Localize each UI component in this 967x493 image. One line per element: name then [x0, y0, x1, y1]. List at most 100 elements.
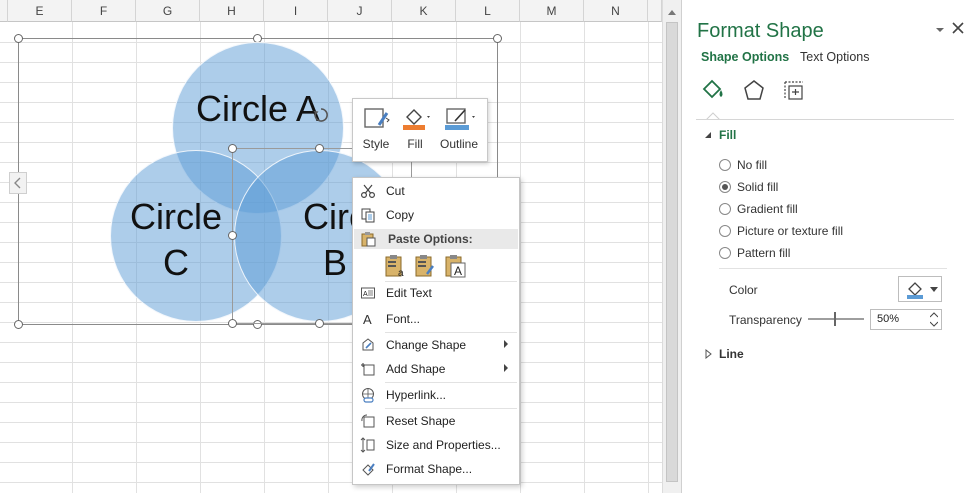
paste-options-header: Paste Options:: [354, 229, 518, 249]
worksheet-grid[interactable]: E F G H I J K L M N Circle A Circle C Ci…: [0, 0, 662, 493]
resize-handle[interactable]: [493, 34, 502, 43]
option-label-gradient-fill: Gradient fill: [737, 202, 798, 216]
grid-line: [0, 342, 662, 343]
menu-label-cut: Cut: [386, 184, 405, 198]
size-properties-category-icon[interactable]: [782, 78, 806, 102]
radio-button[interactable]: [719, 203, 731, 215]
circle-c-label: Circle C: [129, 196, 222, 283]
menu-label-add-shape: Add Shape: [386, 362, 446, 376]
copy-icon: [361, 208, 375, 223]
tab-text-options[interactable]: Text Options: [800, 50, 869, 64]
paste-use-destination-theme-icon[interactable]: a: [384, 254, 406, 278]
fill-button[interactable]: Fill: [397, 105, 433, 157]
grid-line: [0, 462, 662, 463]
menu-item-cut[interactable]: Cut: [354, 179, 518, 203]
column-header-h[interactable]: H: [200, 0, 264, 22]
radio-button[interactable]: [719, 159, 731, 171]
grid-line: [0, 382, 662, 383]
clipboard-icon: [361, 232, 376, 247]
column-header-f[interactable]: F: [72, 0, 136, 22]
grid-line: [0, 422, 662, 423]
menu-item-reset-shape[interactable]: Reset Shape: [354, 409, 518, 433]
column-header-partial: [0, 0, 8, 22]
grid-line: [0, 402, 662, 403]
style-button[interactable]: Style: [357, 105, 395, 157]
effects-category-icon[interactable]: [742, 78, 766, 102]
resize-handle[interactable]: [228, 319, 237, 328]
menu-label-change-shape: Change Shape: [386, 338, 467, 352]
collapse-triangle-icon[interactable]: [704, 131, 712, 139]
mini-toolbar: Style Fill Outline: [352, 98, 488, 162]
column-header-k[interactable]: K: [392, 0, 456, 22]
radio-button[interactable]: [719, 247, 731, 259]
add-shape-icon: [361, 363, 375, 376]
outline-label: Outline: [439, 137, 479, 151]
vertical-scrollbar[interactable]: [662, 0, 681, 493]
radio-button-selected[interactable]: [719, 181, 731, 193]
column-header-m[interactable]: M: [520, 0, 584, 22]
menu-item-change-shape[interactable]: Change Shape: [354, 333, 518, 357]
paste-keep-text-only-icon[interactable]: A: [444, 254, 466, 278]
tab-shape-options[interactable]: Shape Options: [701, 50, 789, 64]
transparency-spinbox[interactable]: 50%: [870, 309, 942, 330]
resize-handle[interactable]: [315, 144, 324, 153]
resize-handle[interactable]: [228, 231, 237, 240]
transparency-value[interactable]: 50%: [877, 313, 899, 325]
pane-title: Format Shape: [697, 20, 824, 42]
scissors-icon: [360, 184, 376, 199]
column-header-i[interactable]: I: [264, 0, 328, 22]
paste-options-label: Paste Options:: [388, 232, 473, 246]
font-icon: A: [363, 312, 372, 327]
menu-item-format-shape[interactable]: Format Shape...: [354, 457, 518, 481]
column-header-n[interactable]: N: [584, 0, 648, 22]
shape-style-icon: [364, 108, 390, 128]
grid-line: [0, 482, 662, 483]
resize-handle[interactable]: [14, 34, 23, 43]
menu-item-copy[interactable]: Copy: [354, 203, 518, 227]
size-properties-icon: [360, 437, 375, 453]
svg-text:a: a: [398, 268, 404, 278]
resize-handle[interactable]: [315, 319, 324, 328]
resize-handle[interactable]: [14, 320, 23, 329]
grid-line: [0, 442, 662, 443]
pane-options-dropdown-icon[interactable]: [935, 26, 945, 34]
transparency-slider-thumb[interactable]: [834, 312, 836, 326]
column-header-j[interactable]: J: [328, 0, 392, 22]
menu-item-size-properties[interactable]: Size and Properties...: [354, 433, 518, 457]
column-header-e[interactable]: E: [8, 0, 72, 22]
radio-button[interactable]: [719, 225, 731, 237]
edit-text-icon: A: [361, 287, 375, 299]
fill-line-category-icon[interactable]: [700, 78, 726, 102]
hyperlink-icon: [362, 388, 374, 403]
column-header-l[interactable]: L: [456, 0, 520, 22]
rotate-handle-icon[interactable]: [312, 106, 330, 124]
menu-label-edit-text: Edit Text: [386, 286, 432, 300]
column-header-g[interactable]: G: [136, 0, 200, 22]
fill-label: Fill: [407, 137, 423, 151]
spin-down-icon[interactable]: [930, 321, 938, 327]
outline-button[interactable]: Outline: [435, 105, 483, 157]
transparency-slider-track[interactable]: [808, 318, 864, 320]
resize-handle[interactable]: [228, 144, 237, 153]
line-section-header[interactable]: Line: [719, 347, 744, 361]
menu-item-add-shape[interactable]: Add Shape: [354, 357, 518, 381]
color-picker-button[interactable]: [898, 276, 942, 302]
menu-item-edit-text[interactable]: A Edit Text: [354, 281, 518, 305]
svg-text:A: A: [363, 291, 368, 298]
expand-triangle-icon[interactable]: [705, 349, 713, 359]
menu-item-font[interactable]: A Font...: [354, 307, 518, 331]
scroll-up-arrow-icon[interactable]: [667, 8, 677, 16]
menu-item-hyperlink[interactable]: Hyperlink...: [354, 383, 518, 407]
format-shape-icon: [362, 463, 375, 476]
svg-text:A: A: [454, 264, 462, 278]
fill-section-header[interactable]: Fill: [719, 128, 736, 142]
reset-shape-icon: [361, 414, 375, 428]
close-icon[interactable]: [952, 22, 964, 34]
scroll-thumb[interactable]: [666, 22, 678, 482]
paste-keep-source-formatting-icon[interactable]: [414, 254, 436, 278]
chevron-left-icon: [14, 177, 21, 189]
scroll-left-button[interactable]: [9, 172, 27, 194]
spin-up-icon[interactable]: [930, 312, 938, 318]
shape-outline-icon: [445, 108, 475, 130]
pane-divider: [696, 119, 954, 120]
